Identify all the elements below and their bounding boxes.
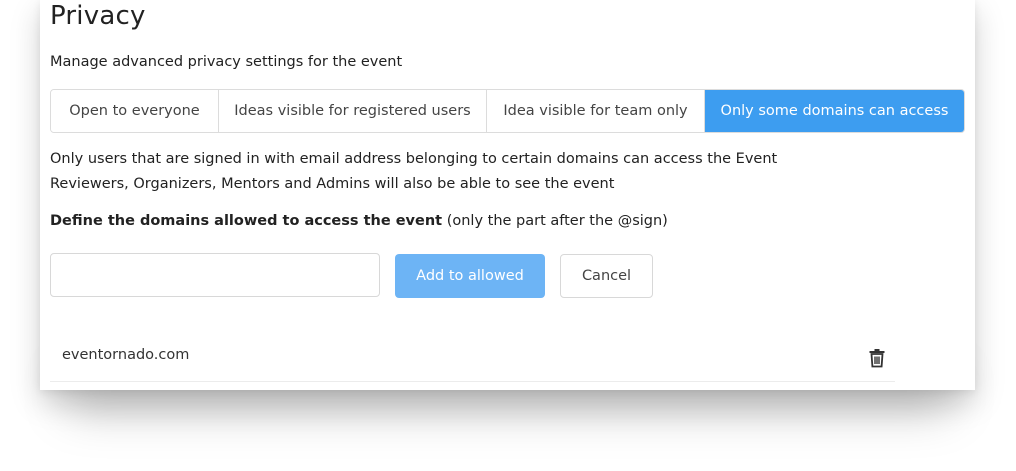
mode-description: Only users that are signed in with email…	[50, 147, 777, 197]
option-team-only[interactable]: Idea visible for team only	[487, 90, 705, 132]
option-open-to-everyone[interactable]: Open to everyone	[51, 90, 219, 132]
trash-icon[interactable]	[868, 348, 886, 368]
allowed-domain-row: eventornado.com	[50, 336, 895, 382]
domains-instruction-hint: (only the part after the @sign)	[442, 213, 668, 229]
privacy-panel: Privacy Manage advanced privacy settings…	[40, 0, 975, 390]
add-to-allowed-button[interactable]: Add to allowed	[395, 254, 545, 298]
domains-instruction-label: Define the domains allowed to access the…	[50, 213, 443, 229]
description-line-2: Reviewers, Organizers, Mentors and Admin…	[50, 176, 615, 192]
option-registered-users[interactable]: Ideas visible for registered users	[219, 90, 487, 132]
cancel-button[interactable]: Cancel	[560, 254, 653, 298]
stage: Privacy Manage advanced privacy settings…	[0, 0, 1016, 471]
allowed-domain-name: eventornado.com	[62, 347, 190, 363]
option-some-domains[interactable]: Only some domains can access	[705, 90, 964, 132]
page-title: Privacy	[50, 1, 146, 31]
domain-input[interactable]	[50, 253, 380, 297]
privacy-mode-selector: Open to everyone Ideas visible for regis…	[50, 89, 965, 133]
domains-instruction: Define the domains allowed to access the…	[50, 213, 668, 229]
page-subtitle: Manage advanced privacy settings for the…	[50, 54, 403, 70]
description-line-1: Only users that are signed in with email…	[50, 151, 778, 167]
